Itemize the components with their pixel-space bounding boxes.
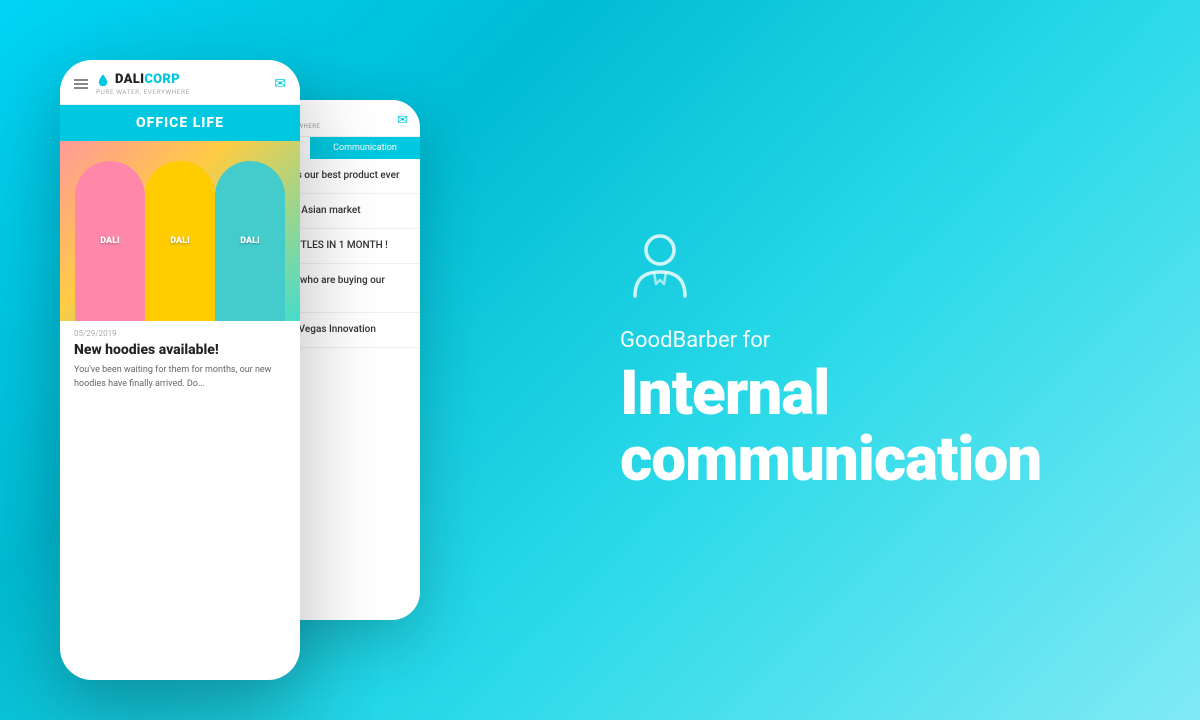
right-content: GoodBarber for Internal communication (580, 168, 1200, 551)
person-teal: DALI (215, 161, 285, 321)
hoodie-people: DALI DALI DALI (60, 141, 300, 321)
person-icon (620, 228, 700, 308)
tagline-large: Internal communication (620, 361, 1140, 491)
tagline-small: GoodBarber for (620, 328, 1140, 353)
front-header-left: DALICORP PURE WATER, EVERYWHERE (74, 72, 190, 96)
office-banner-text: OFFICE LIFE (70, 115, 290, 131)
post-excerpt: You've been waiting for them for months,… (74, 364, 286, 391)
front-brand-name: DALICORP (115, 72, 180, 87)
page: DALICORP PURE WATER, EVERYWHERE ✉ ing Co… (0, 0, 1200, 720)
hamburger-icon[interactable] (74, 79, 88, 89)
front-brand-tagline: PURE WATER, EVERYWHERE (96, 88, 190, 96)
front-logo: DALICORP PURE WATER, EVERYWHERE (96, 72, 190, 96)
back-mail-icon[interactable]: ✉ (397, 113, 408, 128)
front-phone-header: DALICORP PURE WATER, EVERYWHERE ✉ (60, 60, 300, 105)
post-title[interactable]: New hoodies available! (74, 341, 286, 359)
back-tab-communication[interactable]: Communication (310, 137, 420, 159)
office-banner: OFFICE LIFE (60, 105, 300, 141)
tagline-line2: communication (620, 427, 1140, 492)
phone-front: DALICORP PURE WATER, EVERYWHERE ✉ OFFICE… (60, 60, 300, 680)
post-date: 05/29/2019 (74, 329, 286, 338)
front-water-drop-icon (96, 73, 110, 87)
person-pink: DALI (75, 161, 145, 321)
tagline-line1: Internal (620, 361, 1140, 426)
front-post: 05/29/2019 New hoodies available! You've… (60, 321, 300, 395)
front-mail-icon[interactable]: ✉ (274, 76, 286, 92)
phones-area: DALICORP PURE WATER, EVERYWHERE ✉ ing Co… (0, 0, 580, 720)
person-yellow: DALI (145, 161, 215, 321)
hoodie-photo: DALI DALI DALI (60, 141, 300, 321)
